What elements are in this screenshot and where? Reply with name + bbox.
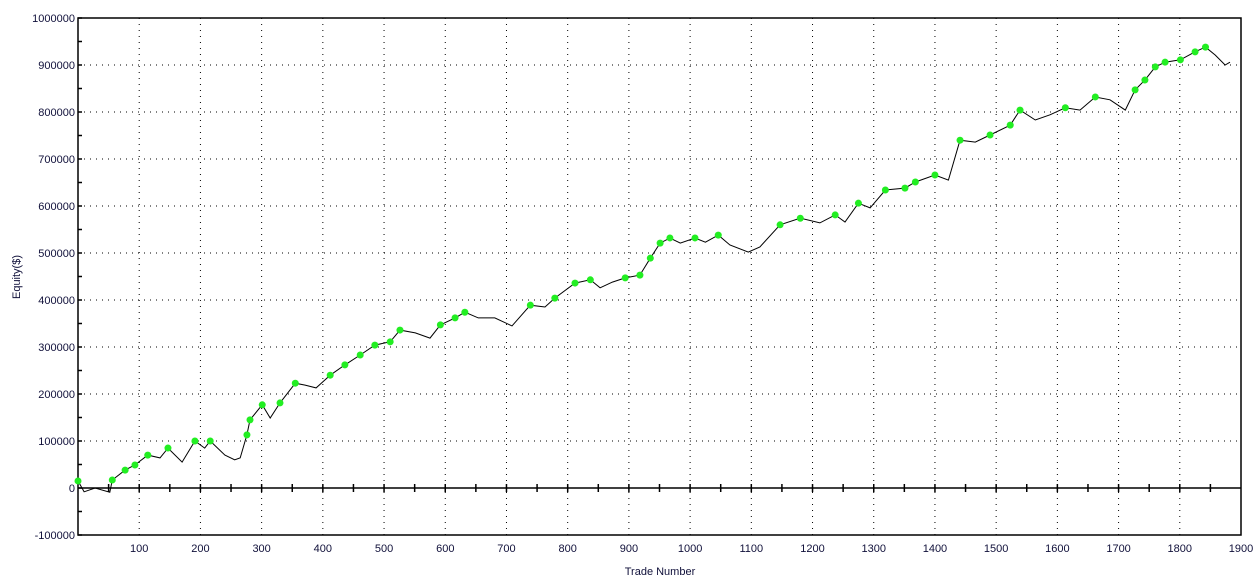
x-tick-label: 1600 — [1045, 543, 1069, 555]
new-high-marker — [666, 234, 674, 242]
new-high-marker — [1201, 43, 1209, 51]
y-tick-label: 900000 — [38, 60, 75, 72]
new-high-marker — [461, 308, 469, 316]
new-high-marker — [326, 371, 334, 379]
new-high-marker — [586, 276, 594, 284]
y-tick-label: 600000 — [38, 201, 75, 213]
new-high-marker — [986, 131, 994, 139]
new-high-marker — [901, 184, 909, 192]
new-high-marker — [108, 476, 116, 484]
new-high-marker — [246, 416, 254, 424]
x-tick-label: 1500 — [984, 543, 1008, 555]
x-tick-label: 1400 — [923, 543, 947, 555]
equity-line — [77, 46, 1231, 493]
plot-frame — [77, 17, 1242, 536]
x-tick-label: 1900 — [1229, 543, 1253, 555]
new-high-marker — [371, 341, 379, 349]
y-tick-label: -100000 — [35, 530, 75, 542]
new-high-marker — [1191, 48, 1199, 56]
new-high-marker — [1061, 104, 1069, 112]
grid-lines — [78, 18, 1241, 535]
new-high-marker — [854, 199, 862, 207]
y-tick-label: 200000 — [38, 389, 75, 401]
new-high-marker — [291, 379, 299, 387]
x-tick-label: 500 — [375, 543, 393, 555]
x-tick-label: 1300 — [861, 543, 885, 555]
x-tick-label: 400 — [314, 543, 332, 555]
x-tick-label: 1800 — [1168, 543, 1192, 555]
x-tick-labels: 100 200 300 400 500 600 700 800 900 1000 1100 1200 1… — [130, 543, 1253, 555]
new-high-marker — [636, 271, 644, 279]
y-tick-label: 400000 — [38, 295, 75, 307]
x-tick-label: 1700 — [1106, 543, 1130, 555]
new-high-marker — [656, 239, 664, 247]
x-tick-label: 300 — [252, 543, 270, 555]
new-high-marker — [831, 211, 839, 219]
new-high-marker — [776, 221, 784, 229]
new-high-marker — [526, 301, 534, 309]
new-high-marker — [436, 321, 444, 329]
new-high-marker — [144, 451, 152, 459]
new-high-marker — [621, 274, 629, 282]
new-high-marker — [121, 466, 129, 474]
x-tick-label: 600 — [436, 543, 454, 555]
x-tick-label: 1200 — [800, 543, 824, 555]
y-tick-label: 1000000 — [32, 13, 75, 25]
x-tick-label: 800 — [559, 543, 577, 555]
new-high-marker — [386, 338, 394, 346]
new-high-marker — [191, 437, 199, 445]
y-tick-label: 500000 — [38, 248, 75, 260]
new-high-marker — [931, 171, 939, 179]
x-tick-label: 200 — [191, 543, 209, 555]
new-high-marker — [276, 399, 284, 407]
new-high-marker — [258, 401, 266, 409]
new-high-marker — [131, 461, 139, 469]
new-high-marker — [1151, 63, 1159, 71]
new-high-marker — [341, 361, 349, 369]
new-high-marker — [714, 231, 722, 239]
new-high-marker — [1016, 106, 1024, 114]
new-high-marker — [881, 186, 889, 194]
y-tick-label: 300000 — [38, 342, 75, 354]
new-high-marker — [691, 234, 699, 242]
y-tick-labels: 1000000900000800000700000600000500000400… — [32, 13, 75, 542]
y-tick-label: 100000 — [38, 436, 75, 448]
new-high-marker — [551, 294, 559, 302]
new-high-marker — [451, 314, 459, 322]
equity-series — [77, 46, 1231, 493]
equity-chart: 1000000900000800000700000600000500000400… — [11, 13, 1253, 578]
new-high-marker — [356, 351, 364, 359]
new-high-marker — [206, 437, 214, 445]
axes — [77, 17, 1242, 536]
x-tick-label: 1100 — [739, 543, 763, 555]
new-high-marker — [646, 254, 654, 262]
x-tick-label: 1000 — [678, 543, 702, 555]
new-high-markers — [74, 43, 1209, 485]
new-high-marker — [1176, 56, 1184, 64]
new-high-marker — [911, 178, 919, 186]
x-tick-label: 900 — [620, 543, 638, 555]
x-tick-label: 100 — [130, 543, 148, 555]
y-tick-label: 0 — [69, 483, 75, 495]
new-high-marker — [243, 431, 251, 439]
new-high-marker — [1161, 58, 1169, 66]
new-high-marker — [164, 444, 172, 452]
new-high-marker — [74, 477, 82, 485]
new-high-marker — [796, 214, 804, 222]
new-high-marker — [1141, 76, 1149, 84]
x-axis-label: Trade Number — [625, 566, 696, 578]
y-axis-label: Equity($) — [11, 255, 23, 299]
x-tick-label: 700 — [497, 543, 515, 555]
new-high-marker — [396, 326, 404, 334]
new-high-marker — [571, 279, 579, 287]
new-high-marker — [1131, 86, 1139, 94]
new-high-marker — [956, 136, 964, 144]
new-high-marker — [1006, 121, 1014, 129]
new-high-marker — [1091, 93, 1099, 101]
y-tick-label: 700000 — [38, 154, 75, 166]
y-tick-label: 800000 — [38, 107, 75, 119]
